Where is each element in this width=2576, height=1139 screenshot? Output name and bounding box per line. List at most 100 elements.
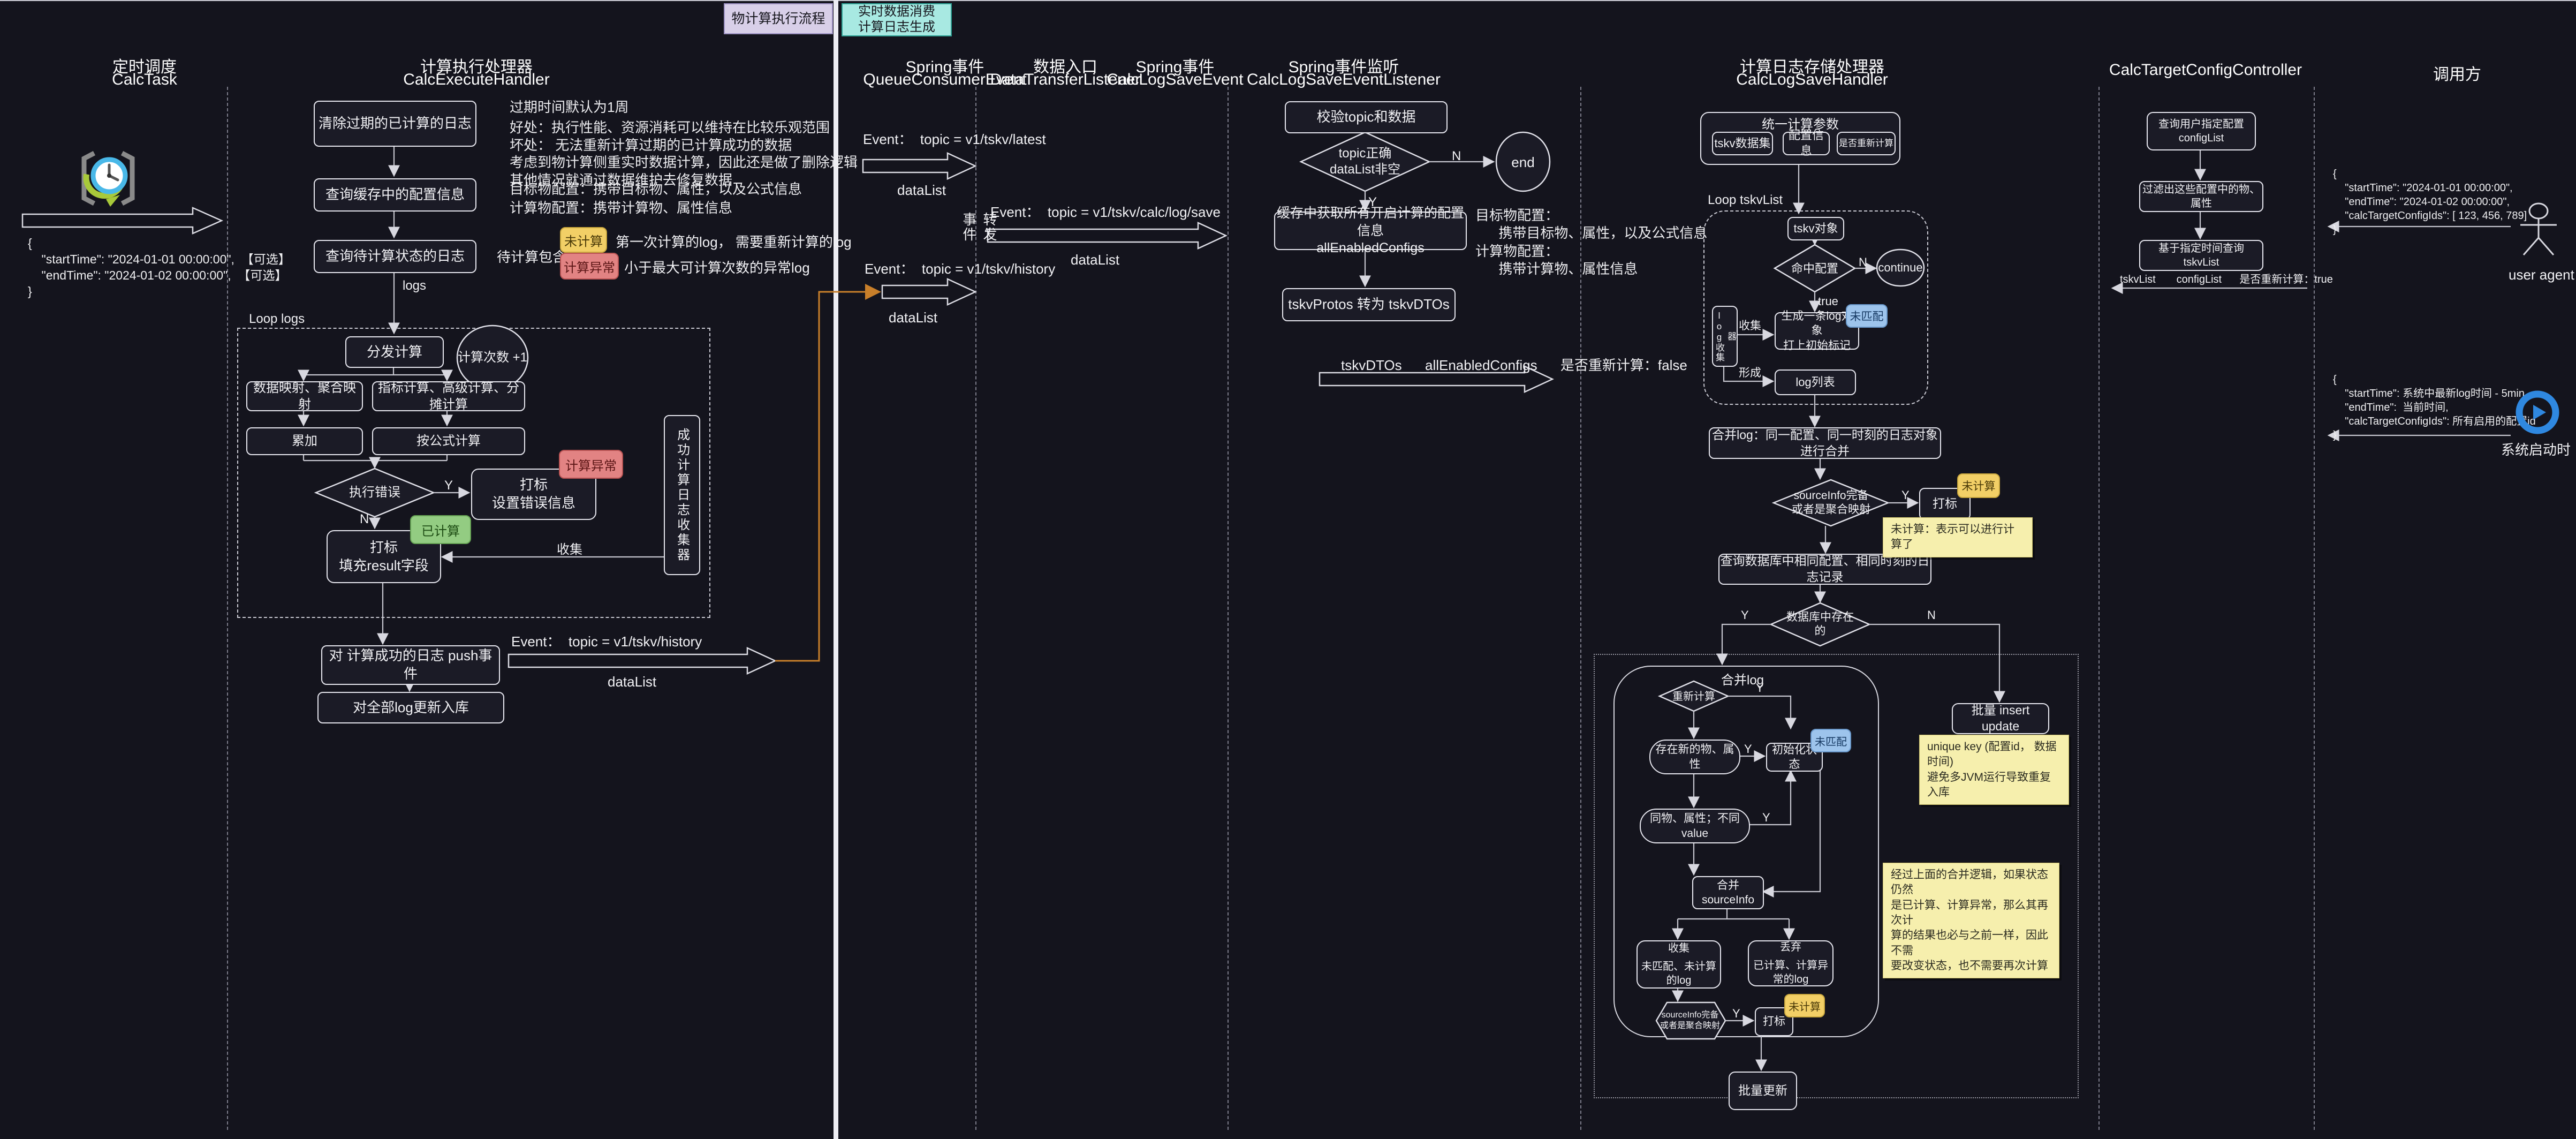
step-data-mapping-label: 数据映射、聚合映射 — [247, 380, 362, 413]
step-formula-calc-label: 按公式计算 — [416, 433, 481, 449]
step-dispatch-calc: 分发计算 — [345, 336, 444, 368]
branch-label-n-hit: N — [1859, 255, 1867, 269]
success-log-collector-label: 成功计算日志收集器 — [673, 428, 690, 563]
step-data-mapping: 数据映射、聚合映射 — [246, 381, 363, 411]
decision-sourceinfo-complete: sourceInfo完备 或者是聚合映射 — [1790, 488, 1873, 518]
step-mark-result-line2: 填充result字段 — [339, 557, 429, 575]
end-node-label: end — [1496, 154, 1550, 170]
step-fetch-enabled-configs-line1: 缓存中获取所有开启计算的配置信息 — [1275, 205, 1466, 239]
decision-sourceinfo-complete-2: sourceInfo完备 或者是聚合映射 — [1657, 1006, 1723, 1036]
step-generate-log-line2: 打上初始标记 — [1783, 338, 1851, 353]
step-query-same-logs-label: 查询数据库中相同配置、相同时刻的日志记录 — [1719, 553, 1930, 585]
lifeline — [2314, 87, 2315, 1130]
system-start-label: 系统启动时 — [2501, 439, 2571, 459]
step-filter-things-attrs: 过滤出这些配置中的物、属性 — [2139, 181, 2263, 212]
participant-caller: 调用方 — [2433, 61, 2481, 85]
step-query-pending-logs-label: 查询待计算状态的日志 — [325, 247, 465, 266]
decision-sourceinfo2-line2: 或者是聚合映射 — [1660, 1021, 1720, 1031]
node-log-list-label: log列表 — [1795, 375, 1835, 390]
step-batch-update-label: 批量更新 — [1738, 1083, 1787, 1099]
step-update-all-logs: 对全部log更新入库 — [317, 692, 504, 723]
system-boot-request-json: { "startTime": 系统中最新log时间 - 5min, "endTi… — [2333, 373, 2536, 442]
lifeline — [2098, 87, 2100, 1130]
step-discard-calculated-line1: 丢弃 — [1780, 940, 1801, 954]
step-batch-insert-update: 批量 insert update — [1952, 703, 2049, 734]
note-uncalc-meaning: 未计算：表示可以进行计算了 — [1883, 517, 2033, 557]
status-tag-calculated: 已计算 — [410, 515, 471, 544]
step-validate-topic-label: 校验topic和数据 — [1317, 108, 1416, 126]
step-convert-protos-label: tskvProtos 转为 tskvDTOs — [1288, 296, 1449, 314]
step-query-user-configs-line2: configList — [2179, 131, 2224, 145]
status-tag-uncalc-2: 未计算 — [1784, 994, 1825, 1017]
controller-out-args-label: tskvList configList 是否重新计算：true — [2120, 270, 2313, 286]
step-collect-unmatched-line2: 未匹配、未计算的log — [1638, 960, 1720, 987]
step-query-cached-config-label: 查询缓存中的配置信息 — [325, 186, 465, 204]
legend-flow1: 物计算执行流程 — [724, 3, 833, 34]
event-latest-topic-label: Event： topic = v1/tskv/latest — [863, 129, 1046, 148]
step-merge-logs-label: 合并log：同一配置、同一时刻的日志对象进行合并 — [1710, 427, 1940, 459]
calc-error-desc: 小于最大可计算次数的异常log — [624, 257, 810, 277]
param-tskv-dataset: tskv数据集 — [1712, 132, 1773, 155]
collect-arrow-label: 收集 — [557, 539, 582, 557]
status-tag-calc-error-2: 计算异常 — [559, 450, 623, 479]
step-query-cached-config: 查询缓存中的配置信息 — [314, 178, 476, 212]
status-tag-uncalculated: 未计算 — [560, 227, 607, 253]
step-formula-calc: 按公式计算 — [372, 427, 525, 455]
branch-label-y-newattr: Y — [1744, 742, 1752, 756]
step-convert-protos: tskvProtos 转为 tskvDTOs — [1282, 288, 1456, 321]
decision-same-attr-diff-value-label: 同物、属性；不同value — [1641, 811, 1749, 841]
step-filter-things-attrs-label: 过滤出这些配置中的物、属性 — [2140, 183, 2262, 210]
participant-calclogsavehandler-en: CalcLogSaveHandler — [1736, 71, 1888, 89]
step-discard-calculated-line2: 已计算、计算异常的log — [1749, 959, 1832, 986]
note-config-types-listener: 目标物配置： 携带目标物、属性，以及公式信息 计算物配置： 携带计算物、属性信息 — [1475, 207, 1707, 278]
param-config-info: 配置信息 — [1783, 132, 1830, 155]
event-save-datalist-label: dataList — [1071, 252, 1119, 268]
event-latest-datalist-label: dataList — [897, 182, 946, 199]
scheduler-clock-icon — [75, 150, 139, 207]
step-accumulate: 累加 — [246, 427, 363, 455]
decision-new-things-attrs-label: 存在新的物、属性 — [1650, 742, 1739, 772]
decision-topic-valid-line2: dataList非空 — [1330, 162, 1400, 178]
lifeline — [1228, 87, 1229, 1130]
participant-calclogsaveeventlistener-en: CalcLogSaveEventListener — [1247, 71, 1441, 89]
step-query-pending-logs: 查询待计算状态的日志 — [314, 240, 476, 273]
step-push-success-logs-label: 对 计算成功的日志 push事件 — [322, 647, 499, 683]
note-config-types: 目标物配置：携带目标物、属性，以及公式信息 计算物配置：携带计算物、属性信息 — [510, 180, 802, 217]
decision-same-attr-diff-value: 同物、属性；不同value — [1640, 809, 1750, 843]
continue-node-label: continue — [1874, 260, 1927, 275]
loop-tskvlist-label: Loop tskvList — [1708, 193, 1783, 208]
param-tskv-dataset-label: tskv数据集 — [1714, 136, 1770, 152]
step-accumulate-label: 累加 — [292, 433, 317, 449]
node-tskv-object: tskv对象 — [1787, 217, 1844, 240]
branch-label-y-src: Y — [1901, 488, 1910, 502]
form-label-sh: 形成 — [1739, 364, 1761, 380]
log-collector-box: log收集器 — [1712, 306, 1738, 367]
decision-recalc-label: 重新计算 — [1665, 690, 1723, 704]
calc-count-circle-label: 计算次数 +1 — [457, 343, 528, 373]
step-mark-uncalc-label: 打标 — [1933, 496, 1957, 512]
event-history-topic-label: Event： topic = v1/tskv/history — [865, 258, 1055, 278]
note-expire-default: 过期时间默认为1周 — [510, 99, 628, 116]
success-log-collector: 成功计算日志收集器 — [664, 415, 700, 575]
step-push-success-logs: 对 计算成功的日志 push事件 — [321, 645, 500, 685]
decision-sourceinfo-line2: 或者是聚合映射 — [1792, 503, 1870, 517]
step-query-user-configs-line1: 查询用户指定配置 — [2158, 117, 2244, 131]
status-tag-unmatched-2: 未匹配 — [1810, 729, 1851, 752]
bottom-divider-line — [0, 0, 2576, 1]
step-update-all-logs-label: 对全部log更新入库 — [353, 699, 469, 717]
decision-hit-config-label: 命中配置 — [1783, 261, 1847, 276]
branch-label-true: true — [1818, 295, 1838, 308]
participant-calcexecutehandler-en: CalcExecuteHandler — [403, 71, 549, 89]
decision-sourceinfo-line1: sourceInfo完备 — [1793, 489, 1868, 503]
node-tskv-object-label: tskv对象 — [1793, 221, 1838, 237]
legend-flow2: 实时数据消费 计算日志生成 — [842, 3, 952, 36]
caller-request-json: { "startTime": "2024-01-01 00:00:00", "e… — [2333, 167, 2527, 237]
loop-logs-label: Loop logs — [249, 312, 305, 327]
branch-label-n: N — [360, 512, 369, 527]
push-event-datalist-label: dataList — [608, 674, 656, 690]
legend-flow1-label: 物计算执行流程 — [731, 11, 825, 27]
decision-exec-error-label: 执行错误 — [343, 485, 407, 501]
branch-label-y: Y — [444, 478, 453, 493]
step-clean-expired-logs: 清除过期的已计算的日志 — [314, 101, 476, 147]
listener-out-args-label: tskvDTOs allEnabledConfigs 是否重新计算：false — [1341, 354, 1687, 374]
